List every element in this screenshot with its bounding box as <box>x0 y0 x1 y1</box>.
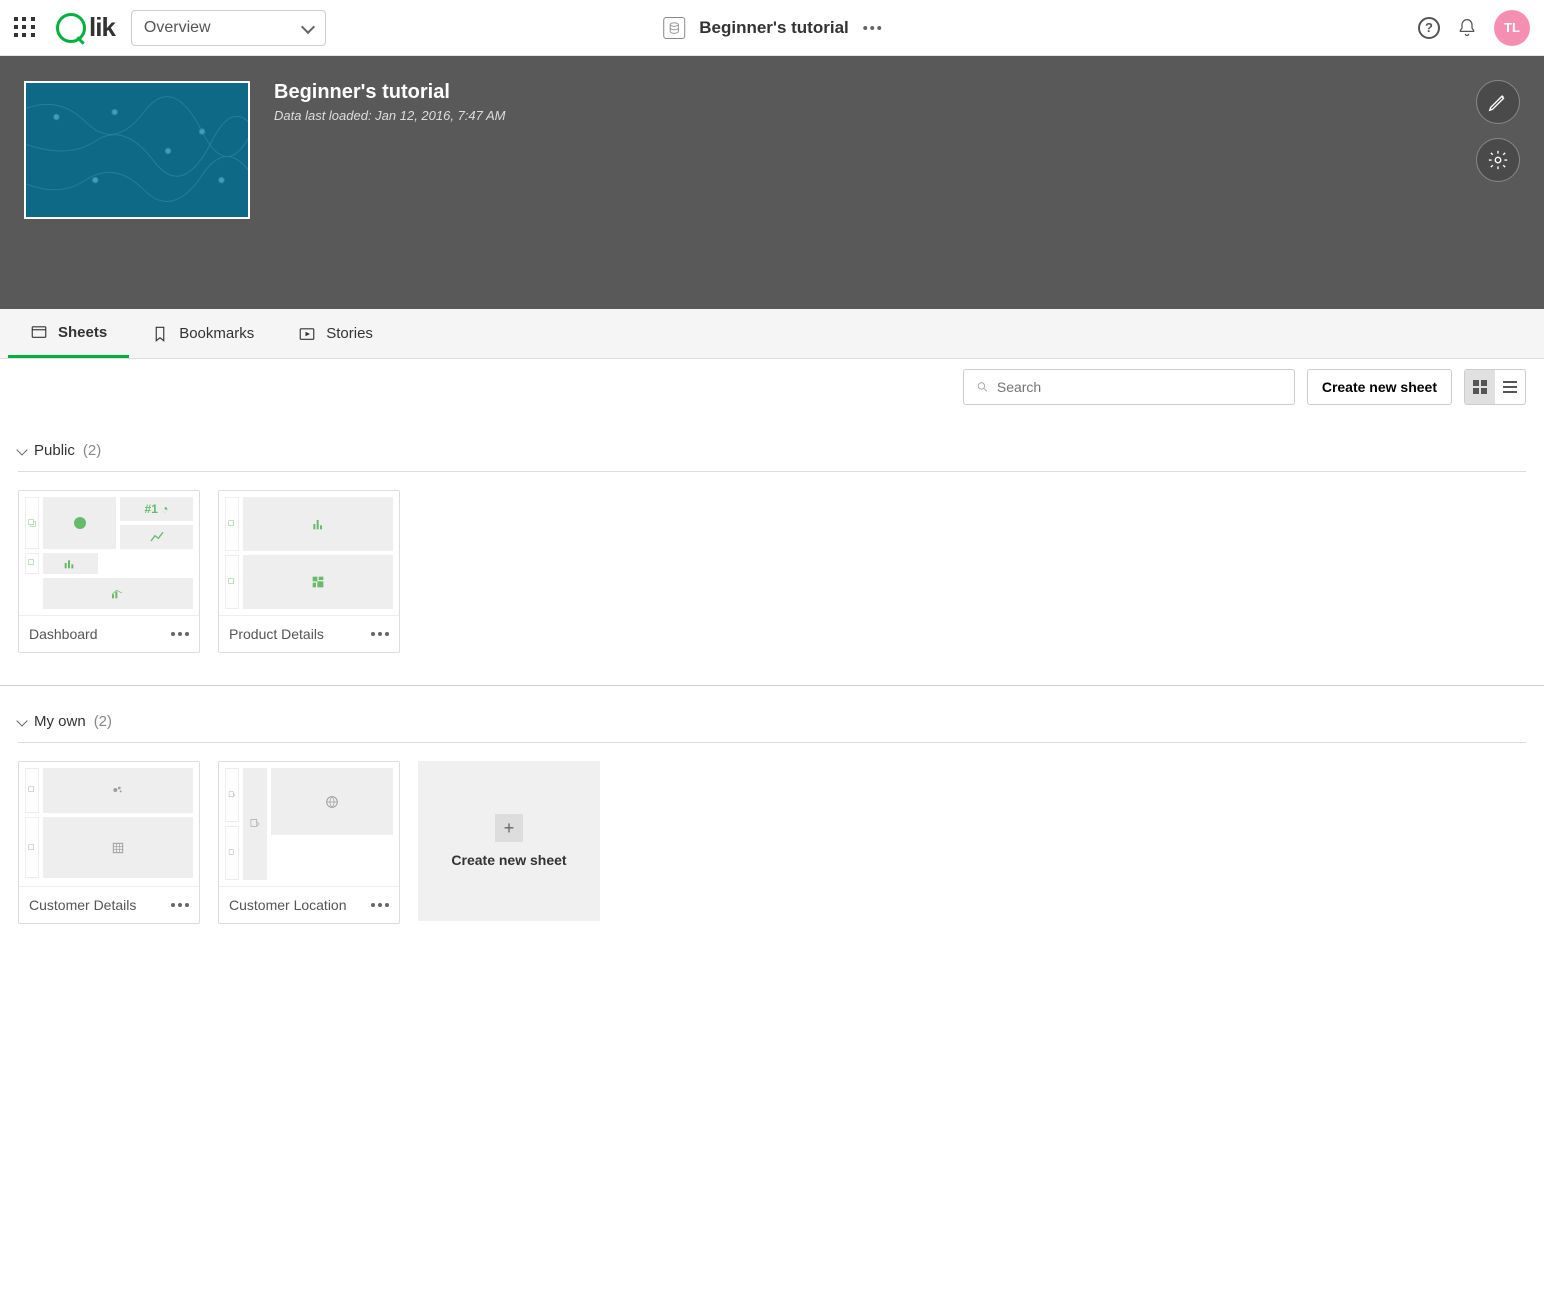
sheet-card[interactable]: Product Details <box>218 490 400 653</box>
search-input[interactable] <box>963 369 1295 405</box>
app-title: Beginner's tutorial <box>699 18 849 38</box>
tab-label: Stories <box>326 325 373 342</box>
sheet-preview: #1 ◔ <box>19 491 199 615</box>
create-new-sheet-card[interactable]: + Create new sheet <box>418 761 600 921</box>
qlik-logo: lik <box>56 12 115 43</box>
sheet-name: Product Details <box>229 626 324 642</box>
more-icon[interactable] <box>863 26 881 30</box>
grid-view-button[interactable] <box>1465 370 1495 404</box>
sheet-preview <box>19 762 199 886</box>
section-public-header[interactable]: Public (2) <box>18 429 1526 472</box>
section-count: (2) <box>94 713 112 730</box>
chevron-down-icon <box>18 441 26 459</box>
chevron-down-icon <box>18 712 26 730</box>
tab-label: Sheets <box>58 324 107 341</box>
hero-title: Beginner's tutorial <box>274 81 506 104</box>
section-myown: My own (2) Customer Details <box>0 686 1544 956</box>
help-icon[interactable]: ? <box>1418 17 1440 39</box>
apps-launcher-icon[interactable] <box>14 17 36 39</box>
app-hero: Beginner's tutorial Data last loaded: Ja… <box>0 56 1544 309</box>
create-new-sheet-button[interactable]: Create new sheet <box>1307 369 1452 405</box>
sheet-name: Customer Location <box>229 897 347 913</box>
section-title: My own <box>34 713 86 730</box>
card-more-icon[interactable] <box>371 632 389 636</box>
edit-button[interactable] <box>1476 80 1520 124</box>
overview-label: Overview <box>144 19 211 37</box>
settings-button[interactable] <box>1476 138 1520 182</box>
tab-bookmarks[interactable]: Bookmarks <box>129 309 276 358</box>
card-more-icon[interactable] <box>171 632 189 636</box>
sheet-card[interactable]: Customer Location <box>218 761 400 924</box>
card-more-icon[interactable] <box>371 903 389 907</box>
card-more-icon[interactable] <box>171 903 189 907</box>
list-view-button[interactable] <box>1495 370 1525 404</box>
new-card-label: Create new sheet <box>451 852 566 868</box>
app-thumbnail <box>24 81 250 219</box>
chevron-down-icon <box>303 19 313 37</box>
search-field[interactable] <box>997 379 1282 395</box>
hero-subtitle: Data last loaded: Jan 12, 2016, 7:47 AM <box>274 108 506 123</box>
sheet-preview <box>219 762 399 886</box>
tab-label: Bookmarks <box>179 325 254 342</box>
avatar[interactable]: TL <box>1494 10 1530 46</box>
sheet-card[interactable]: Customer Details <box>18 761 200 924</box>
overview-dropdown[interactable]: Overview <box>131 10 326 46</box>
bell-icon[interactable] <box>1456 17 1478 39</box>
plus-icon: + <box>495 814 523 842</box>
section-public: Public (2) #1 ◔ <box>0 415 1544 685</box>
section-count: (2) <box>83 442 101 459</box>
sheet-card[interactable]: #1 ◔ Dashboard <box>18 490 200 653</box>
tab-stories[interactable]: Stories <box>276 309 395 358</box>
data-model-icon[interactable] <box>663 17 685 39</box>
tab-sheets[interactable]: Sheets <box>8 309 129 358</box>
section-myown-header[interactable]: My own (2) <box>18 700 1526 743</box>
sheet-name: Dashboard <box>29 626 98 642</box>
tab-bar: Sheets Bookmarks Stories <box>0 309 1544 359</box>
section-title: Public <box>34 442 75 459</box>
sheet-name: Customer Details <box>29 897 136 913</box>
sheet-preview <box>219 491 399 615</box>
